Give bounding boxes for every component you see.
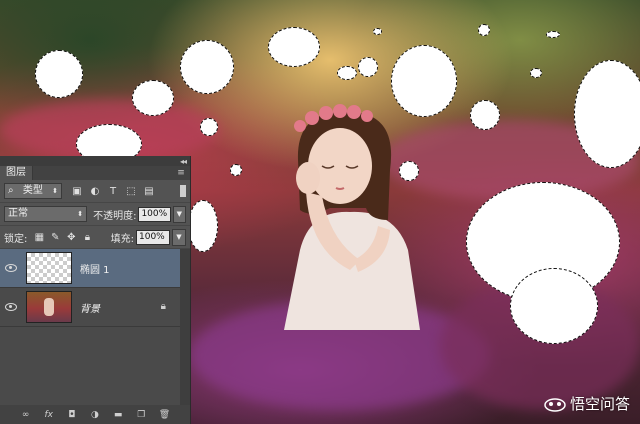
layer-list-scrollbar[interactable] xyxy=(180,249,190,405)
watermark: 悟空问答 xyxy=(544,393,630,414)
ellipse-selection[interactable] xyxy=(530,68,542,78)
mask-icon[interactable]: ◘ xyxy=(66,410,78,420)
folder-icon[interactable]: ▬ xyxy=(112,410,124,420)
lock-label: 锁定: xyxy=(4,233,28,245)
lock-fill-row: 锁定: ▦ ✎ ✥ 🔒︎ 填充: 100% ▼ xyxy=(0,226,190,249)
watermark-logo-icon xyxy=(544,397,566,412)
image-filter-icon[interactable]: ▣ xyxy=(70,184,84,198)
fill-dropdown-button[interactable]: ▼ xyxy=(172,228,186,246)
shape-filter-icon[interactable]: ⬚ xyxy=(124,184,138,198)
ellipse-selection[interactable] xyxy=(391,45,457,117)
adjustment-icon[interactable]: ◑ xyxy=(89,410,101,420)
blend-opacity-row: 正常 ⬍ 不透明度: 100% ▼ xyxy=(0,203,190,226)
layers-panel: ◂◂ 图层 ≡ ⌕ 类型 ⬍ ▣ ◐ T ⬚ ▤ 正常 ⬍ 不透明度: 100%… xyxy=(0,156,191,424)
layer-name[interactable]: 背景 xyxy=(80,300,100,315)
lock-brush-icon[interactable]: ✎ xyxy=(49,231,61,243)
menu-lines-icon[interactable]: ≡ xyxy=(176,166,190,180)
layers-bottom-toolbar: ∞ fx ◘ ◑ ▬ ❐ 🗑︎ xyxy=(0,405,190,424)
text-filter-icon[interactable]: T xyxy=(106,184,120,198)
panel-tab-row: 图层 ≡ xyxy=(0,166,190,180)
search-icon: ⌕ xyxy=(8,185,14,196)
layer-list: 椭圆 1 背景 🔒︎ xyxy=(0,249,180,405)
ellipse-selection[interactable] xyxy=(230,164,242,176)
fill-field[interactable]: 100% xyxy=(136,229,170,245)
trash-icon[interactable]: 🗑︎ xyxy=(158,410,170,420)
ellipse-selection[interactable] xyxy=(510,268,598,344)
new-layer-icon[interactable]: ❐ xyxy=(135,410,147,420)
ellipse-selection[interactable] xyxy=(373,28,382,35)
layer-thumbnail xyxy=(26,252,72,284)
filter-kind-select[interactable]: ⌕ 类型 ⬍ xyxy=(4,183,62,199)
ellipse-selection[interactable] xyxy=(188,200,218,252)
ellipse-selection[interactable] xyxy=(132,80,174,116)
ellipse-selection[interactable] xyxy=(337,66,357,80)
adjustment-filter-icon[interactable]: ◐ xyxy=(88,184,102,198)
chevron-updown-icon: ⬍ xyxy=(52,187,58,195)
lock-transparency-icon[interactable]: ▦ xyxy=(33,231,45,243)
ellipse-selection[interactable] xyxy=(358,57,378,77)
lock-all-icon[interactable]: 🔒︎ xyxy=(81,231,93,243)
ellipse-selection[interactable] xyxy=(470,100,500,130)
blend-mode-select[interactable]: 正常 ⬍ xyxy=(4,206,88,222)
ellipse-selection[interactable] xyxy=(574,60,640,168)
layer-row-background[interactable]: 背景 🔒︎ xyxy=(0,288,180,327)
ellipse-selection[interactable] xyxy=(180,40,234,94)
ellipse-selection[interactable] xyxy=(478,24,490,36)
opacity-label: 不透明度: xyxy=(93,210,137,222)
visibility-eye-icon[interactable] xyxy=(0,264,22,272)
smart-object-filter-icon[interactable]: ▤ xyxy=(142,184,156,198)
girl-figure xyxy=(284,104,420,330)
chevron-updown-icon: ⬍ xyxy=(77,210,84,218)
visibility-eye-icon[interactable] xyxy=(0,303,22,311)
layer-row-ellipse[interactable]: 椭圆 1 xyxy=(0,249,180,288)
opacity-dropdown-button[interactable]: ▼ xyxy=(172,205,186,223)
layer-thumbnail xyxy=(26,291,72,323)
filter-kind-label: 类型 xyxy=(22,185,43,196)
layer-name[interactable]: 椭圆 1 xyxy=(80,261,110,276)
ellipse-selection[interactable] xyxy=(399,161,419,181)
fill-label: 填充: xyxy=(110,233,134,245)
ellipse-selection[interactable] xyxy=(268,27,320,67)
filter-row: ⌕ 类型 ⬍ ▣ ◐ T ⬚ ▤ xyxy=(0,180,190,203)
ellipse-selection[interactable] xyxy=(35,50,83,98)
blend-mode-value: 正常 xyxy=(8,208,28,219)
panel-titlebar[interactable]: ◂◂ xyxy=(0,156,190,166)
link-icon[interactable]: ∞ xyxy=(20,410,32,420)
watermark-text: 悟空问答 xyxy=(569,395,630,413)
filter-toggle-switch[interactable] xyxy=(180,185,186,197)
layer-lock-icon: 🔒︎ xyxy=(160,301,166,312)
fx-icon[interactable]: fx xyxy=(43,410,55,420)
ellipse-selection[interactable] xyxy=(200,118,218,136)
opacity-field[interactable]: 100% xyxy=(138,206,171,222)
lock-move-icon[interactable]: ✥ xyxy=(65,231,77,243)
tab-layers[interactable]: 图层 xyxy=(0,166,33,180)
ellipse-selection[interactable] xyxy=(546,31,560,38)
collapse-panel-icon[interactable]: ◂◂ xyxy=(180,157,187,166)
